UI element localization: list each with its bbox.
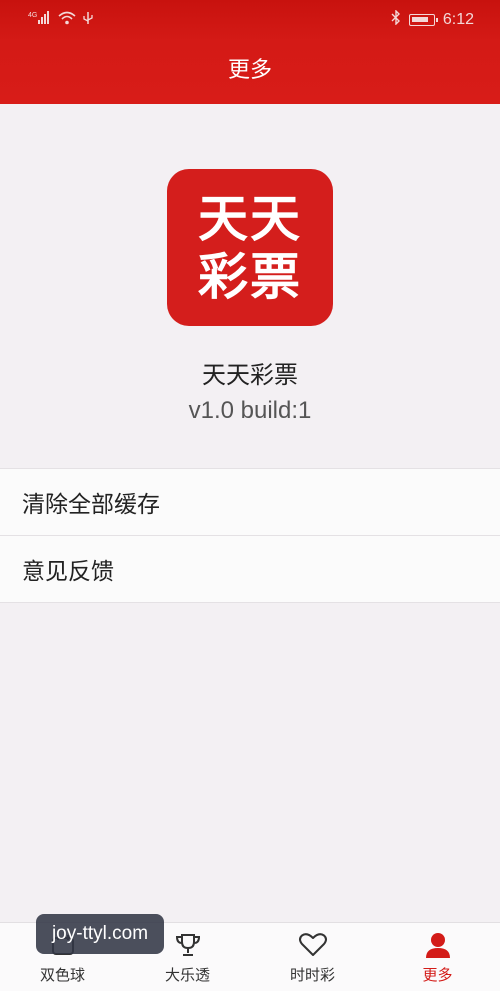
- app-version: v1.0 build:1: [188, 397, 312, 424]
- tab-label: 更多: [422, 966, 453, 984]
- app-logo-line2: 彩票: [198, 247, 302, 306]
- heart-icon: [298, 931, 328, 959]
- feedback-item[interactable]: 意见反馈: [0, 536, 500, 603]
- battery-icon: [408, 13, 438, 26]
- status-time: 6:12: [442, 10, 474, 28]
- signal-icon: 4G: [28, 11, 52, 29]
- svg-text:4G: 4G: [28, 12, 37, 19]
- watermark-badge: joy-ttyl.com: [36, 914, 164, 954]
- status-bar: 4G 6:12: [0, 0, 500, 40]
- app-logo-line1: 天天: [198, 189, 302, 248]
- tab-shishicai[interactable]: 时时彩: [250, 923, 375, 991]
- tab-label: 时时彩: [289, 966, 335, 984]
- app-logo: 天天 彩票: [167, 169, 333, 326]
- status-left: 4G: [28, 11, 94, 29]
- status-right: 6:12: [391, 9, 474, 29]
- bluetooth-icon: [391, 9, 401, 29]
- settings-menu: 清除全部缓存 意见反馈: [0, 468, 500, 603]
- tab-label: 大乐透: [164, 966, 210, 984]
- person-icon: [423, 931, 453, 959]
- tab-more[interactable]: 更多: [375, 923, 500, 991]
- tab-label: 双色球: [39, 966, 85, 984]
- app-name: 天天彩票: [202, 361, 298, 389]
- clear-cache-item[interactable]: 清除全部缓存: [0, 469, 500, 536]
- usb-icon: [82, 11, 94, 29]
- header-bar: 4G 6:12 更多: [0, 0, 500, 104]
- trophy-icon: [173, 931, 203, 959]
- wifi-icon: [58, 11, 76, 29]
- page-title: 更多: [227, 58, 272, 83]
